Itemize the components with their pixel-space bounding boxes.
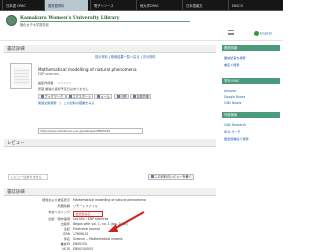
edition-row: 編集作成者 ★★★★★ [38, 81, 72, 86]
info-label: NCID [62, 247, 70, 251]
sidebar-item-cinii-research[interactable]: CiNii Research [224, 123, 246, 128]
brand-subtitle: 鎌倉女子大学図書館 [20, 23, 49, 27]
related-links: 関連文献検索 | この資料の蔵書をみる [38, 101, 95, 106]
info-label: 本文へのリンク [48, 210, 70, 214]
print-label: 印刷 [120, 94, 127, 99]
holdings-link[interactable]: この資料の蔵書をみる [64, 101, 95, 105]
book-publisher: EDP sciences , [38, 72, 61, 76]
sidebar-item-article-search[interactable]: 雑誌記事を検索 [224, 56, 246, 61]
detail-section-header: 書誌詳細 [4, 45, 216, 53]
related-search-link[interactable]: 関連文献検索 [38, 101, 57, 105]
bookmark-label: ブックマーク [44, 94, 64, 99]
mail-label: メール [100, 94, 110, 99]
status-row: 所蔵 書籍の返却予定日はありません [38, 87, 89, 92]
edition-label: 編集作成者 [38, 81, 54, 85]
bookmark-icon [40, 95, 44, 99]
sidebar-item-google-books[interactable]: Google Books [224, 95, 245, 100]
info-value: リモートファイル [73, 204, 98, 208]
result-list-link[interactable]: 検索結果一覧へ戻る [111, 55, 140, 59]
result-link-row: 前の資料 | 検索結果一覧へ戻る | 次の資料 [95, 55, 155, 59]
info-label: ISSN [62, 232, 70, 236]
write-review-button[interactable]: この資料のレビューを書く [148, 174, 195, 180]
star-rating-icon: ★★★★★ [57, 81, 72, 85]
sidebar-item-amazon[interactable]: Amazon [224, 89, 237, 94]
reference-manager-button[interactable]: 文献管理 [130, 94, 152, 99]
info-label: 注記 [63, 227, 70, 231]
info-label: 書誌ID [60, 242, 70, 246]
info-label: 所蔵情報 [57, 204, 70, 208]
next-item-link[interactable]: 次の資料 [143, 55, 156, 59]
sidebar-item-cinii-books[interactable]: CiNii Books [224, 101, 241, 106]
sidebar-item-ndl-search[interactable]: NDL サーチ [224, 130, 241, 135]
status-text: 書籍の返却予定日はありません [45, 87, 89, 91]
mail-icon [96, 95, 100, 99]
language-label: English [260, 31, 273, 36]
print-icon [116, 95, 120, 99]
permalink-field[interactable]: http://opac.kamakura-u.ac.jp/webopac/EB0… [38, 128, 143, 134]
tab-other-opac[interactable]: 他大学OPAC [136, 0, 180, 11]
menu-icon[interactable] [228, 30, 234, 35]
tab-e-resources[interactable]: 電子リソース [90, 0, 134, 11]
info-value: Mathematical modelling of natural phenom… [73, 198, 146, 202]
bib-info-section-header: 書誌詳細 [4, 188, 216, 196]
sidebar-item-title-search[interactable]: 書名で検索 [224, 63, 239, 68]
sidebar-item-ndl[interactable]: 国会図書館で検索 [224, 137, 249, 142]
info-value: EB00150003 [73, 247, 93, 251]
sidebar-header-external-opac: 学外OPAC [222, 78, 280, 84]
globe-icon [254, 31, 259, 36]
language-switch[interactable]: English [254, 31, 272, 36]
tab-library-materials[interactable]: 図書館資料 [44, 0, 88, 11]
export-label: エクスポート [72, 94, 91, 99]
export-button[interactable]: エクスポート [66, 94, 94, 99]
review-section-title: レビュー [7, 140, 25, 146]
brand-divider [20, 21, 190, 22]
bookmark-button[interactable]: ブックマーク [38, 94, 66, 99]
sidebar-header-related: 関連情報 [222, 45, 280, 51]
bib-info-section-title: 書誌詳細 [7, 189, 25, 195]
review-display: レビューはありません [8, 174, 48, 180]
print-button[interactable]: 印刷 [114, 94, 130, 99]
tab-japanese-papers[interactable]: 日本語論文 [182, 0, 226, 11]
info-label: 出版年 [60, 222, 70, 226]
mail-button[interactable]: メール [94, 94, 113, 99]
book-cover-thumbnail [10, 63, 32, 89]
pencil-icon [150, 175, 154, 179]
prev-item-link[interactable]: 前の資料 [95, 55, 108, 59]
divider: | [108, 55, 110, 59]
write-review-label: この資料のレビューを書く [154, 174, 192, 179]
divider: | [140, 55, 142, 59]
info-label: 標題および責任表示 [42, 198, 70, 202]
tab-opac[interactable]: 日本語 OPAC [2, 0, 42, 11]
sidebar-header-external-search: 外部検索 [222, 112, 280, 118]
top-nav-bar: 日本語 OPAC 図書館資料 電子リソース 他大学OPAC 日本語論文 EBSC… [0, 0, 283, 11]
reference-icon [132, 95, 136, 99]
detail-section-title: 書誌詳細 [7, 46, 25, 52]
tab-ebsco[interactable]: EBSCO [228, 0, 282, 11]
divider: | [59, 101, 61, 105]
university-logo [6, 15, 17, 26]
export-icon [68, 95, 72, 99]
reference-label: 文献管理 [136, 94, 149, 99]
review-section-header: レビュー [4, 139, 216, 147]
